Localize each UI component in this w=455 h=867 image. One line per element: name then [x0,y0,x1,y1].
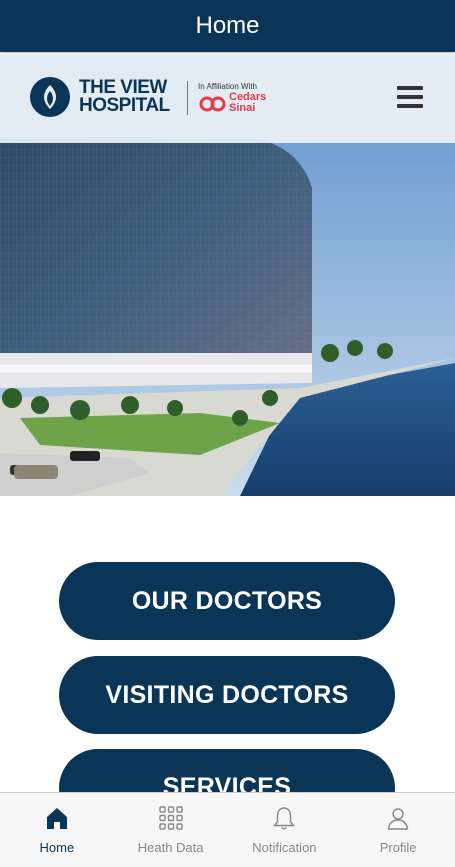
user-icon [387,808,409,830]
our-doctors-button[interactable]: OUR DOCTORS [59,562,395,640]
tab-heath-data-label: Heath Data [137,840,204,855]
tab-profile[interactable]: Profile [341,793,455,867]
bell-icon [273,807,296,830]
tab-home[interactable]: Home [0,793,114,867]
hospital-logo-bar: THE VIEW HOSPITAL In Affiliation With Ce… [0,53,455,143]
tab-notification[interactable]: Notification [228,793,342,867]
tab-home-label: Home [39,840,75,855]
hero-banner: THE VIEW HOSPITAL In Affiliation With Ce… [0,53,455,496]
hamburger-menu-icon[interactable] [397,86,423,108]
bottom-tab-bar: Home Heath Data Notification Profile [0,792,455,867]
visiting-doctors-button[interactable]: VISITING DOCTORS [59,656,395,734]
affiliation-label: In Affiliation With [198,82,257,91]
cedars-sinai-logo-icon [199,96,226,112]
header-bar: Home [0,0,455,52]
page-title: Home [195,12,260,39]
grid-icon [158,806,183,830]
partner-name: Cedars Sinai [229,91,267,114]
home-icon [46,808,67,829]
tab-heath-data[interactable]: Heath Data [114,793,228,867]
tab-profile-label: Profile [379,840,417,855]
tab-notification-label: Notification [252,840,317,855]
hospital-name: THE VIEW HOSPITAL [79,77,170,116]
logo-divider [187,81,188,115]
hospital-logo-icon [30,77,70,117]
